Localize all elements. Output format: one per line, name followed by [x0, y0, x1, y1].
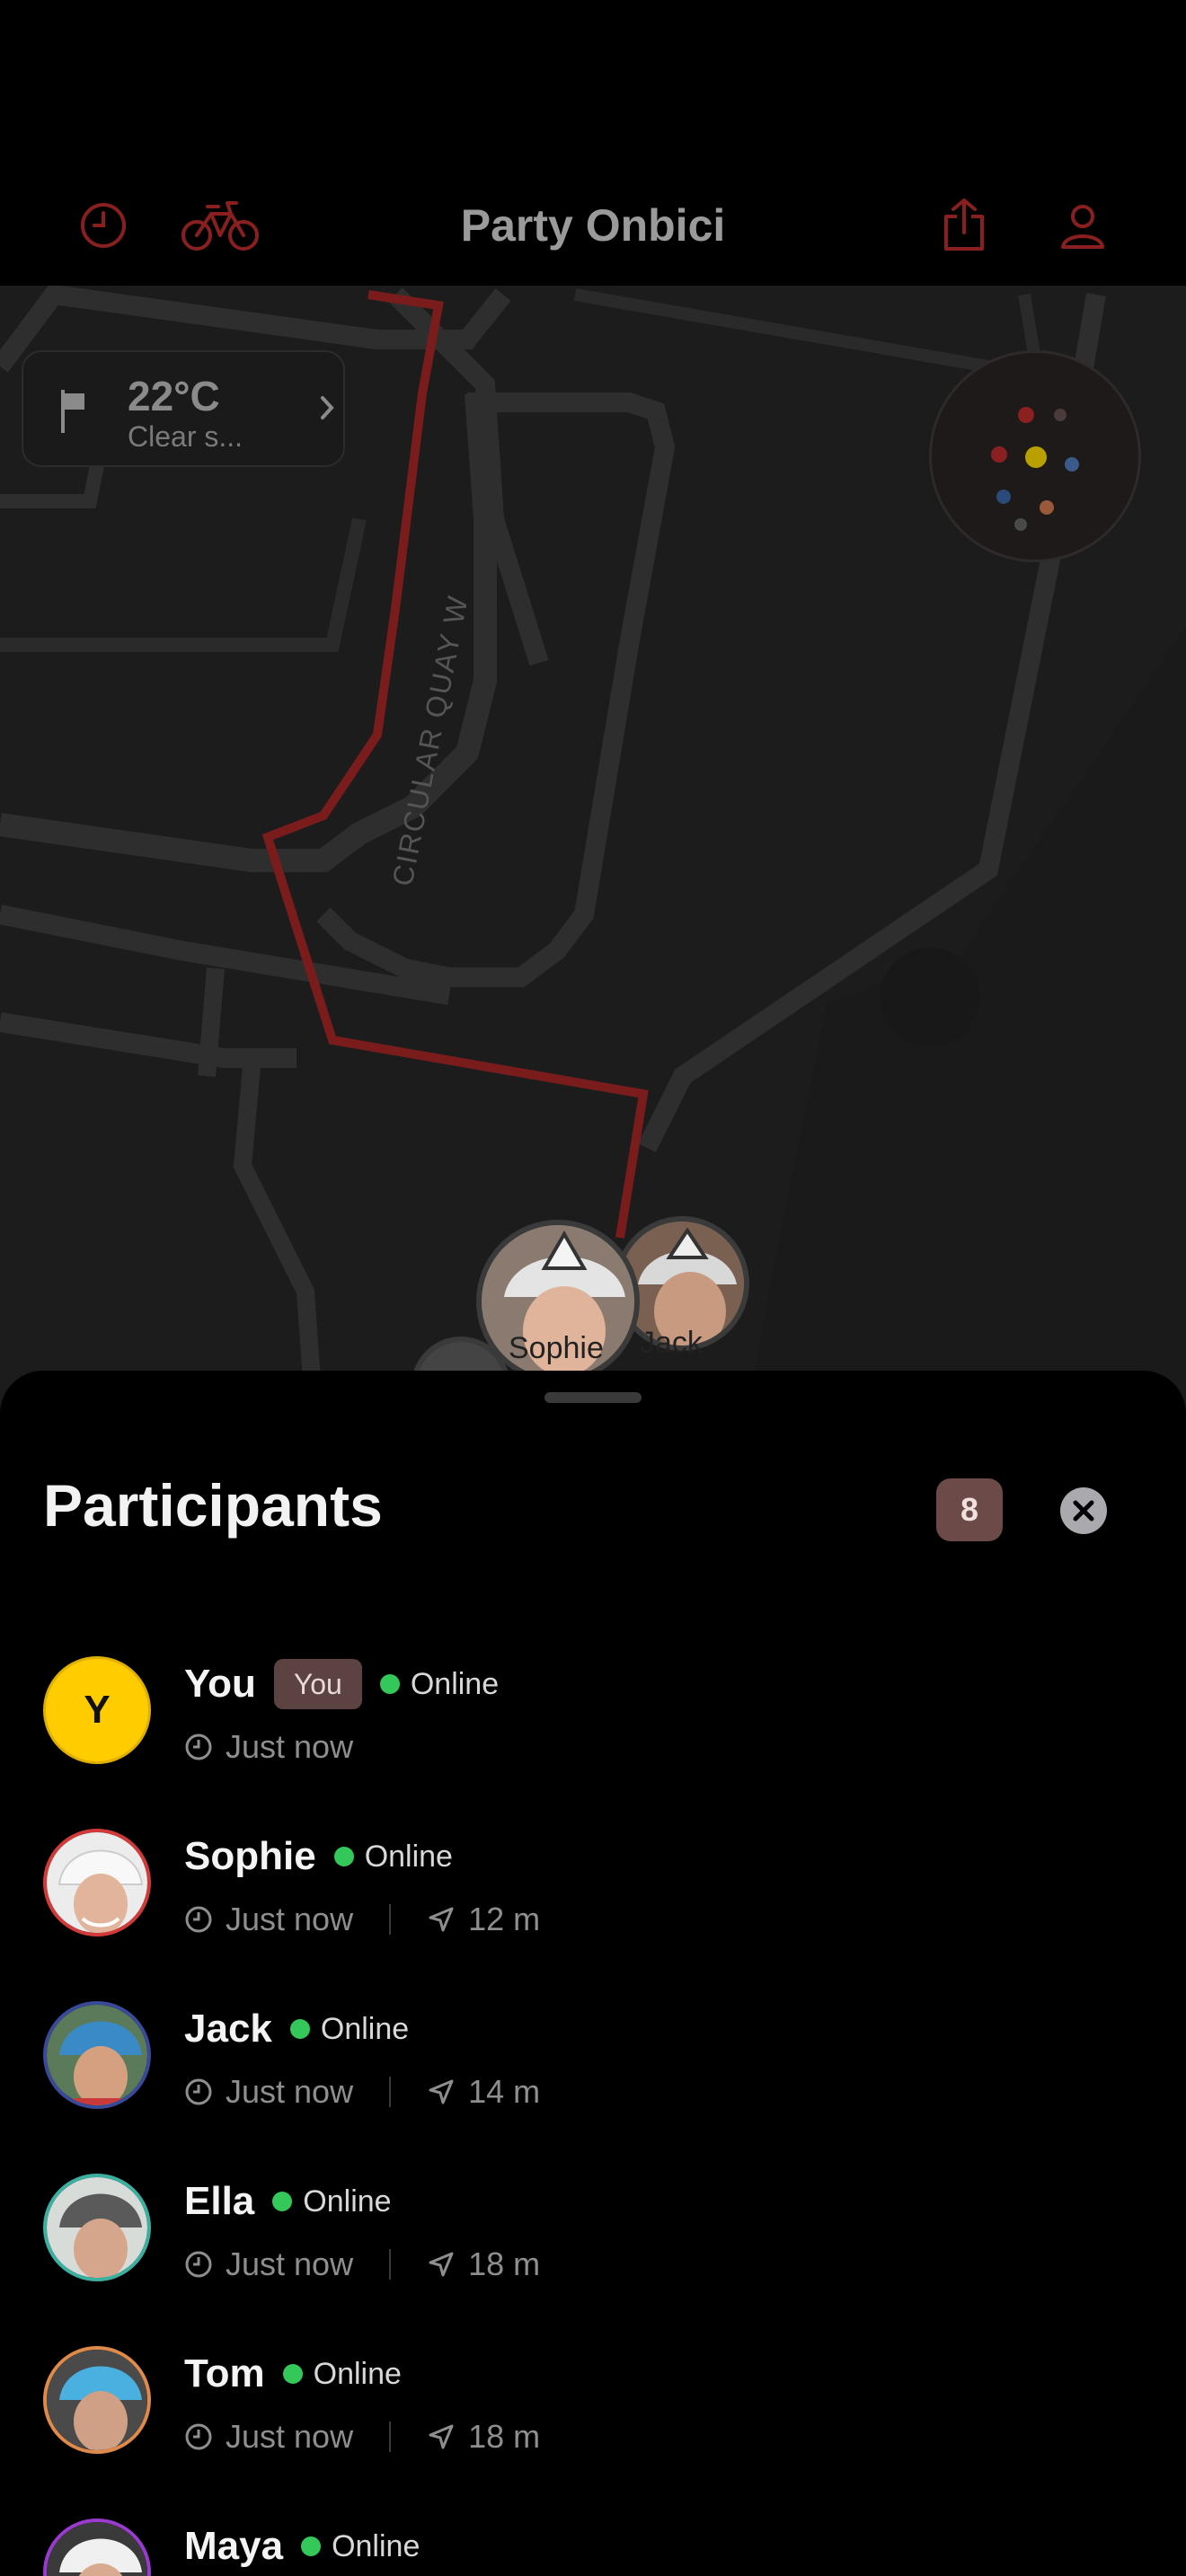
radar-dot — [1065, 457, 1079, 472]
avatar-initial: Y — [84, 1688, 111, 1732]
distance: 18 m — [468, 2245, 541, 2282]
avatar — [43, 2001, 151, 2109]
radar-dot — [1018, 407, 1034, 423]
navigation-arrow-icon — [429, 1907, 454, 1932]
nav-bar: Party Onbici — [0, 162, 1186, 286]
clock-icon — [185, 1734, 212, 1760]
navigation-arrow-icon — [429, 2424, 454, 2449]
radar-dot — [996, 490, 1011, 504]
participant-name: You — [184, 1662, 256, 1706]
status-online: Online — [379, 1667, 499, 1702]
distance: 12 m — [468, 1901, 541, 1937]
status-bar — [0, 0, 1186, 162]
distance: 14 m — [468, 2073, 541, 2110]
participant-row-maya[interactable]: Maya Online — [0, 2499, 1186, 2576]
status-online: Online — [289, 2012, 409, 2047]
weather-condition: Clear s... — [128, 420, 243, 453]
online-dot-icon — [282, 2364, 303, 2384]
navigation-arrow-icon — [429, 2252, 454, 2277]
avatar — [43, 1829, 151, 1936]
sheet-grabber[interactable] — [544, 1392, 642, 1403]
participant-row-ella[interactable]: Ella Online Just now 18 m — [0, 2154, 1186, 2326]
participant-name: Ella — [184, 2179, 255, 2223]
status-online: Online — [272, 2184, 392, 2219]
participant-row-jack[interactable]: Jack Online Just now 14 m — [0, 1981, 1186, 2154]
group-radar[interactable] — [929, 350, 1141, 562]
clock-icon — [185, 2251, 212, 2278]
you-badge: You — [273, 1659, 362, 1709]
participants-sheet: Participants 8 Y You You Online Just now… — [0, 1371, 1186, 2576]
avatar — [43, 2174, 151, 2281]
avatar: Y — [43, 1656, 151, 1764]
status-online: Online — [301, 2529, 420, 2564]
status-online: Online — [333, 1839, 453, 1875]
radar-dot — [1014, 518, 1027, 531]
weather-temperature: 22°C — [128, 373, 220, 419]
online-dot-icon — [333, 1847, 354, 1866]
map-avatar-label-jack: Jack — [640, 1326, 703, 1360]
participant-name: Tom — [184, 2351, 265, 2395]
online-dot-icon — [379, 1674, 400, 1694]
last-seen: Just now — [226, 2418, 354, 2455]
sheet-title: Participants — [43, 1472, 383, 1539]
divider — [389, 2077, 392, 2107]
last-seen: Just now — [226, 1901, 354, 1937]
page-title: Party Onbici — [460, 200, 726, 251]
last-seen: Just now — [226, 2073, 354, 2110]
close-button[interactable] — [1060, 1487, 1107, 1534]
clock-icon — [185, 1906, 212, 1933]
status-online: Online — [282, 2357, 402, 2392]
participant-row-you[interactable]: Y You You Online Just now — [0, 1636, 1186, 1809]
clock-icon — [185, 2078, 212, 2105]
share-icon[interactable] — [933, 194, 996, 257]
participant-name: Jack — [184, 2007, 272, 2051]
radar-dot — [1040, 500, 1054, 515]
avatar — [43, 2519, 151, 2576]
radar-dot — [991, 446, 1007, 463]
last-seen: Just now — [226, 1728, 354, 1765]
radar-dot-self — [1025, 446, 1047, 468]
online-dot-icon — [272, 2192, 293, 2211]
divider — [389, 2422, 392, 2452]
clock-icon — [185, 2423, 212, 2450]
online-dot-icon — [289, 2019, 310, 2039]
map-view[interactable]: CIRCULAR QUAY W 22°C Clear s... Jack Sop… — [0, 286, 1186, 1417]
online-dot-icon — [301, 2536, 322, 2556]
navigation-arrow-icon — [429, 2079, 454, 2104]
person-icon[interactable] — [1051, 194, 1114, 257]
weather-card[interactable]: 22°C Clear s... — [22, 350, 345, 467]
last-seen: Just now — [226, 2245, 354, 2282]
participant-count-badge: 8 — [936, 1478, 1003, 1541]
divider — [389, 2249, 392, 2280]
divider — [389, 1904, 392, 1935]
participant-row-tom[interactable]: Tom Online Just now 18 m — [0, 2326, 1186, 2499]
distance: 18 m — [468, 2418, 541, 2455]
map-avatar-label-sophie: Sophie — [509, 1331, 604, 1365]
radar-dot — [1054, 409, 1067, 421]
participant-name: Sophie — [184, 1834, 316, 1878]
close-icon — [1073, 1500, 1094, 1522]
avatar — [43, 2346, 151, 2454]
participant-name: Maya — [184, 2524, 284, 2568]
participant-row-sophie[interactable]: Sophie Online Just now 12 m — [0, 1809, 1186, 1981]
